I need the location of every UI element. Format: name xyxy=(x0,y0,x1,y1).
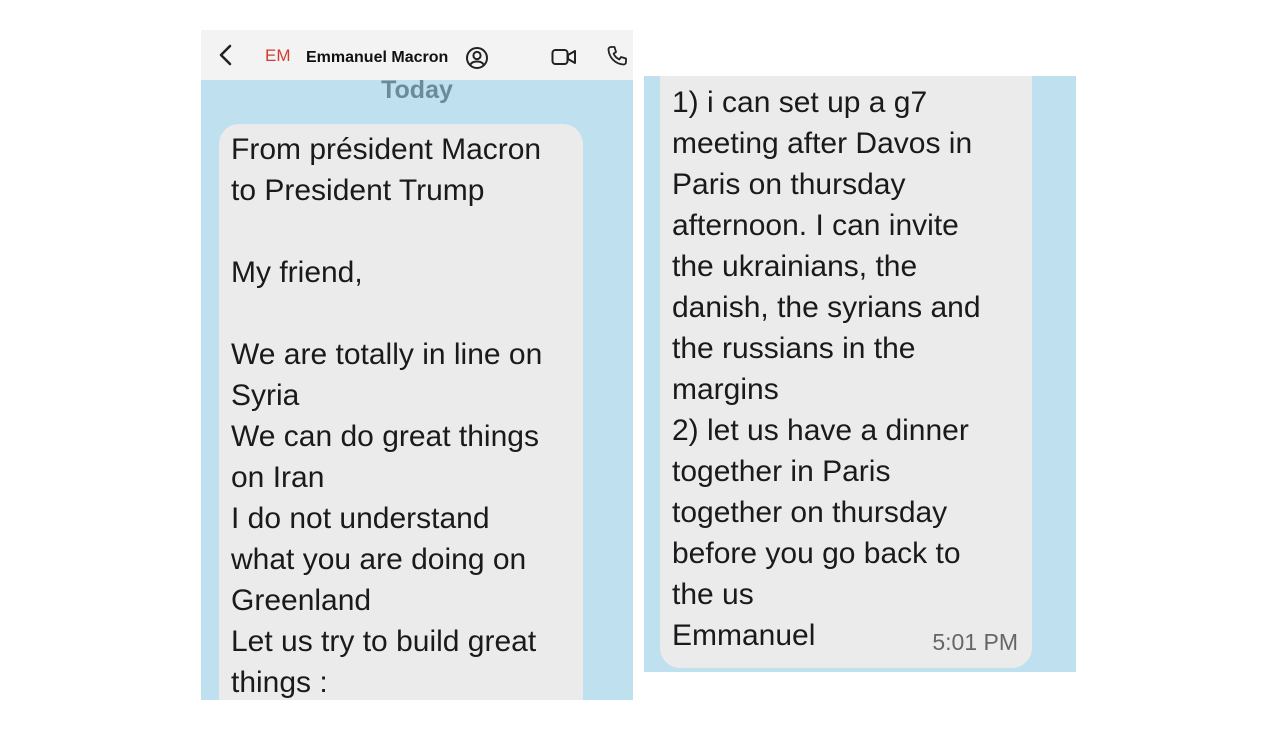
message-line: We can do great things xyxy=(231,420,539,453)
avatar[interactable]: EM xyxy=(265,46,291,66)
message-bubble[interactable]: From président Macron to President Trump M… xyxy=(219,124,583,700)
message-line: From président Macron xyxy=(231,133,542,166)
message-line: I do not understand xyxy=(231,502,490,535)
date-separator: Today xyxy=(381,76,453,104)
message-line: the us xyxy=(672,578,754,611)
chat-panel-left: EM Emmanuel Macron Today From président … xyxy=(201,30,633,700)
video-call-icon[interactable] xyxy=(551,46,577,68)
message-bubble-continued[interactable]: 1) i can set up a g7 meeting after Davos … xyxy=(660,76,1032,668)
message-text: From président Macron to President Trump M… xyxy=(231,129,571,700)
phone-call-icon[interactable] xyxy=(605,44,629,68)
message-line: meeting after Davos in xyxy=(672,127,973,160)
message-line: 1) i can set up a g7 xyxy=(672,86,928,119)
message-line: We are totally in line on xyxy=(231,338,543,371)
message-line: things : xyxy=(231,666,328,699)
message-line: the russians in the xyxy=(672,332,916,365)
contact-badge-icon xyxy=(466,47,488,69)
message-line: what you are doing on xyxy=(231,543,527,576)
message-line: before you go back to xyxy=(672,537,961,570)
contact-name[interactable]: Emmanuel Macron xyxy=(306,49,448,67)
message-line: margins xyxy=(672,373,779,406)
message-line: on Iran xyxy=(231,461,325,494)
chat-panel-right: 1) i can set up a g7 meeting after Davos … xyxy=(644,76,1076,672)
message-line: Greenland xyxy=(231,584,372,617)
message-line: danish, the syrians and xyxy=(672,291,981,324)
message-line: the ukrainians, the xyxy=(672,250,918,283)
message-line: together in Paris xyxy=(672,455,891,488)
message-line: to President Trump xyxy=(231,174,485,207)
message-line: 2) let us have a dinner xyxy=(672,414,969,447)
message-line: together on thursday xyxy=(672,496,948,529)
message-line: Paris on thursday xyxy=(672,168,906,201)
chat-header: EM Emmanuel Macron xyxy=(201,30,633,80)
chevron-left-icon[interactable] xyxy=(211,40,241,70)
message-line: My friend, xyxy=(231,256,363,289)
message-timestamp: 5:01 PM xyxy=(932,629,1018,655)
message-line: Syria xyxy=(231,379,300,412)
message-line: Let us try to build great xyxy=(231,625,537,658)
message-line: afternoon. I can invite xyxy=(672,209,959,242)
message-text: 1) i can set up a g7 meeting after Davos … xyxy=(672,82,1020,656)
